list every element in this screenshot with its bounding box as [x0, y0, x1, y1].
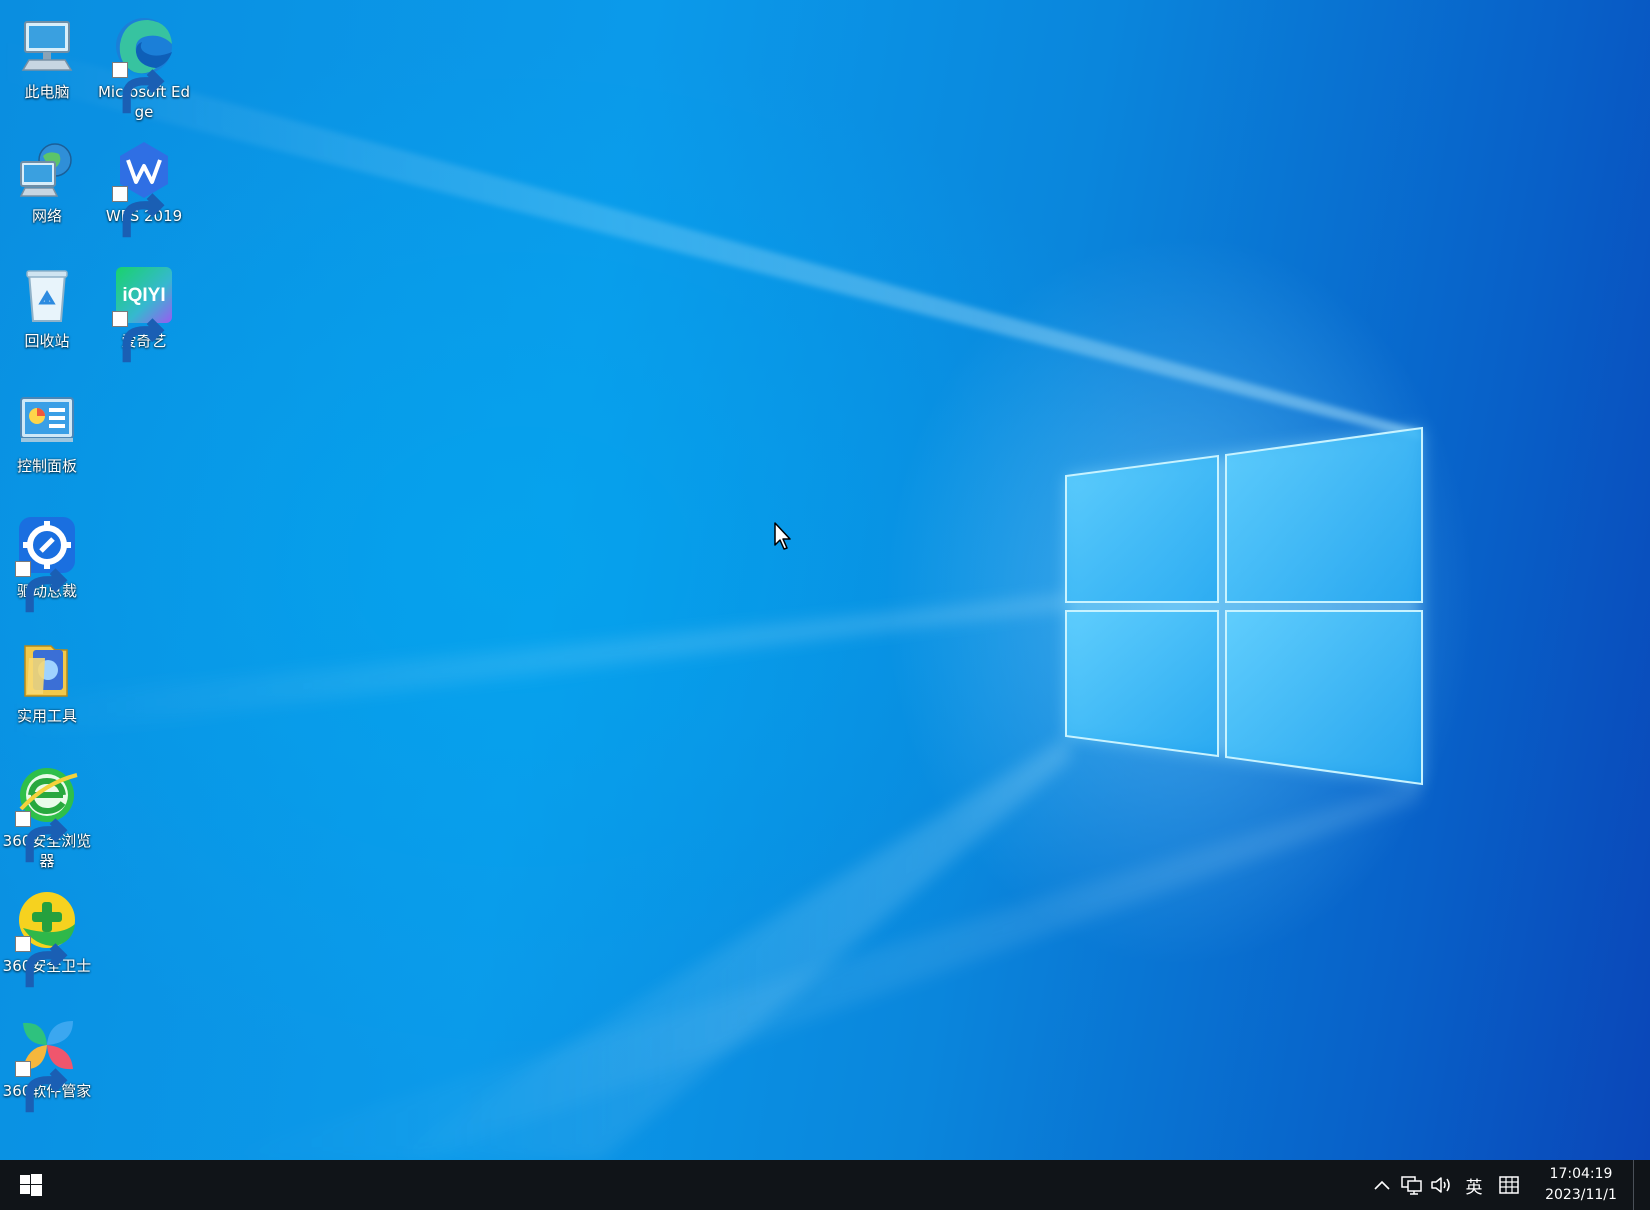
- wps-icon: [112, 138, 176, 238]
- this-pc-icon: [15, 14, 79, 78]
- desktop-icon-driver-manager[interactable]: 驱动总裁: [1, 507, 93, 625]
- desktop-icon-recycle-bin[interactable]: 回收站: [1, 257, 93, 375]
- volume-button[interactable]: [1427, 1160, 1457, 1210]
- ime-grid-icon: [1499, 1176, 1519, 1194]
- desktop-icon-360-software-manager[interactable]: 360软件管家: [1, 1007, 93, 1125]
- input-method-button[interactable]: 英: [1457, 1160, 1491, 1210]
- shortcut-arrow-icon: [112, 62, 165, 114]
- show-desktop-button[interactable]: [1633, 1160, 1640, 1210]
- system-tray: 英 17:04:19 2023/11/1: [1367, 1160, 1640, 1210]
- 360-safe-guard-icon: [15, 888, 79, 988]
- 360-browser-icon: [15, 763, 79, 863]
- utilities-folder-icon: [15, 638, 79, 702]
- network-icon: [15, 138, 79, 202]
- desktop-icon-label: 网络: [31, 207, 62, 225]
- shortcut-arrow-icon: [15, 561, 68, 613]
- desktop-icon-utilities-folder[interactable]: 实用工具: [1, 632, 93, 750]
- desktop-icon-label: 回收站: [24, 332, 70, 350]
- ime-mode-button[interactable]: [1491, 1160, 1527, 1210]
- edge-icon: [112, 14, 176, 114]
- desktop-icon-this-pc[interactable]: 此电脑: [1, 8, 93, 126]
- driver-manager-icon: [15, 513, 79, 613]
- recycle-bin-icon: [15, 263, 79, 327]
- mouse-cursor-icon: [774, 522, 791, 550]
- iqiyi-icon: iQIYI: [112, 263, 176, 363]
- iqiyi-logo-text: iQIYI: [122, 285, 165, 306]
- input-method-label: 英: [1465, 1177, 1483, 1198]
- desktop[interactable]: 此电脑 网络 回收站 控制面板 驱动总裁 实用工具 360安全浏览器 360安全…: [0, 0, 1650, 1160]
- network-status-button[interactable]: [1397, 1160, 1427, 1210]
- desktop-icon-iqiyi[interactable]: iQIYI 爱奇艺: [98, 257, 190, 375]
- windows-logo-icon: [20, 1174, 42, 1196]
- desktop-icon-360-browser[interactable]: 360安全浏览器: [1, 757, 93, 875]
- desktop-icon-network[interactable]: 网络: [1, 132, 93, 250]
- desktop-icon-wps-2019[interactable]: WPS 2019: [98, 132, 190, 250]
- chevron-up-icon: [1374, 1180, 1390, 1190]
- start-button[interactable]: [0, 1160, 62, 1210]
- desktop-icon-label: 实用工具: [16, 707, 77, 725]
- control-panel-icon: [15, 388, 79, 452]
- clock-button[interactable]: 17:04:19 2023/11/1: [1533, 1160, 1629, 1210]
- network-wired-icon: [1401, 1176, 1422, 1195]
- taskbar: 英 17:04:19 2023/11/1: [0, 1160, 1650, 1210]
- desktop-icon-360-safe-guard[interactable]: 360安全卫士: [1, 882, 93, 1000]
- desktop-icon-microsoft-edge[interactable]: Microsoft Edge: [98, 8, 190, 126]
- speaker-volume-icon: [1431, 1177, 1450, 1193]
- shortcut-arrow-icon: [15, 1061, 68, 1113]
- wallpaper-windows-logo: [0, 40, 1423, 1160]
- shortcut-arrow-icon: [15, 936, 68, 988]
- desktop-icon-label: 此电脑: [24, 83, 70, 101]
- shortcut-arrow-icon: [112, 311, 165, 363]
- shortcut-arrow-icon: [112, 186, 165, 238]
- show-hidden-icons-button[interactable]: [1367, 1160, 1397, 1210]
- desktop-icon-label: 控制面板: [16, 457, 77, 475]
- desktop-icon-control-panel[interactable]: 控制面板: [1, 382, 93, 500]
- shortcut-arrow-icon: [15, 811, 68, 863]
- 360-software-manager-icon: [15, 1013, 79, 1113]
- clock-time: 17:04:19: [1549, 1166, 1613, 1182]
- clock-date: 2023/11/1: [1545, 1187, 1617, 1203]
